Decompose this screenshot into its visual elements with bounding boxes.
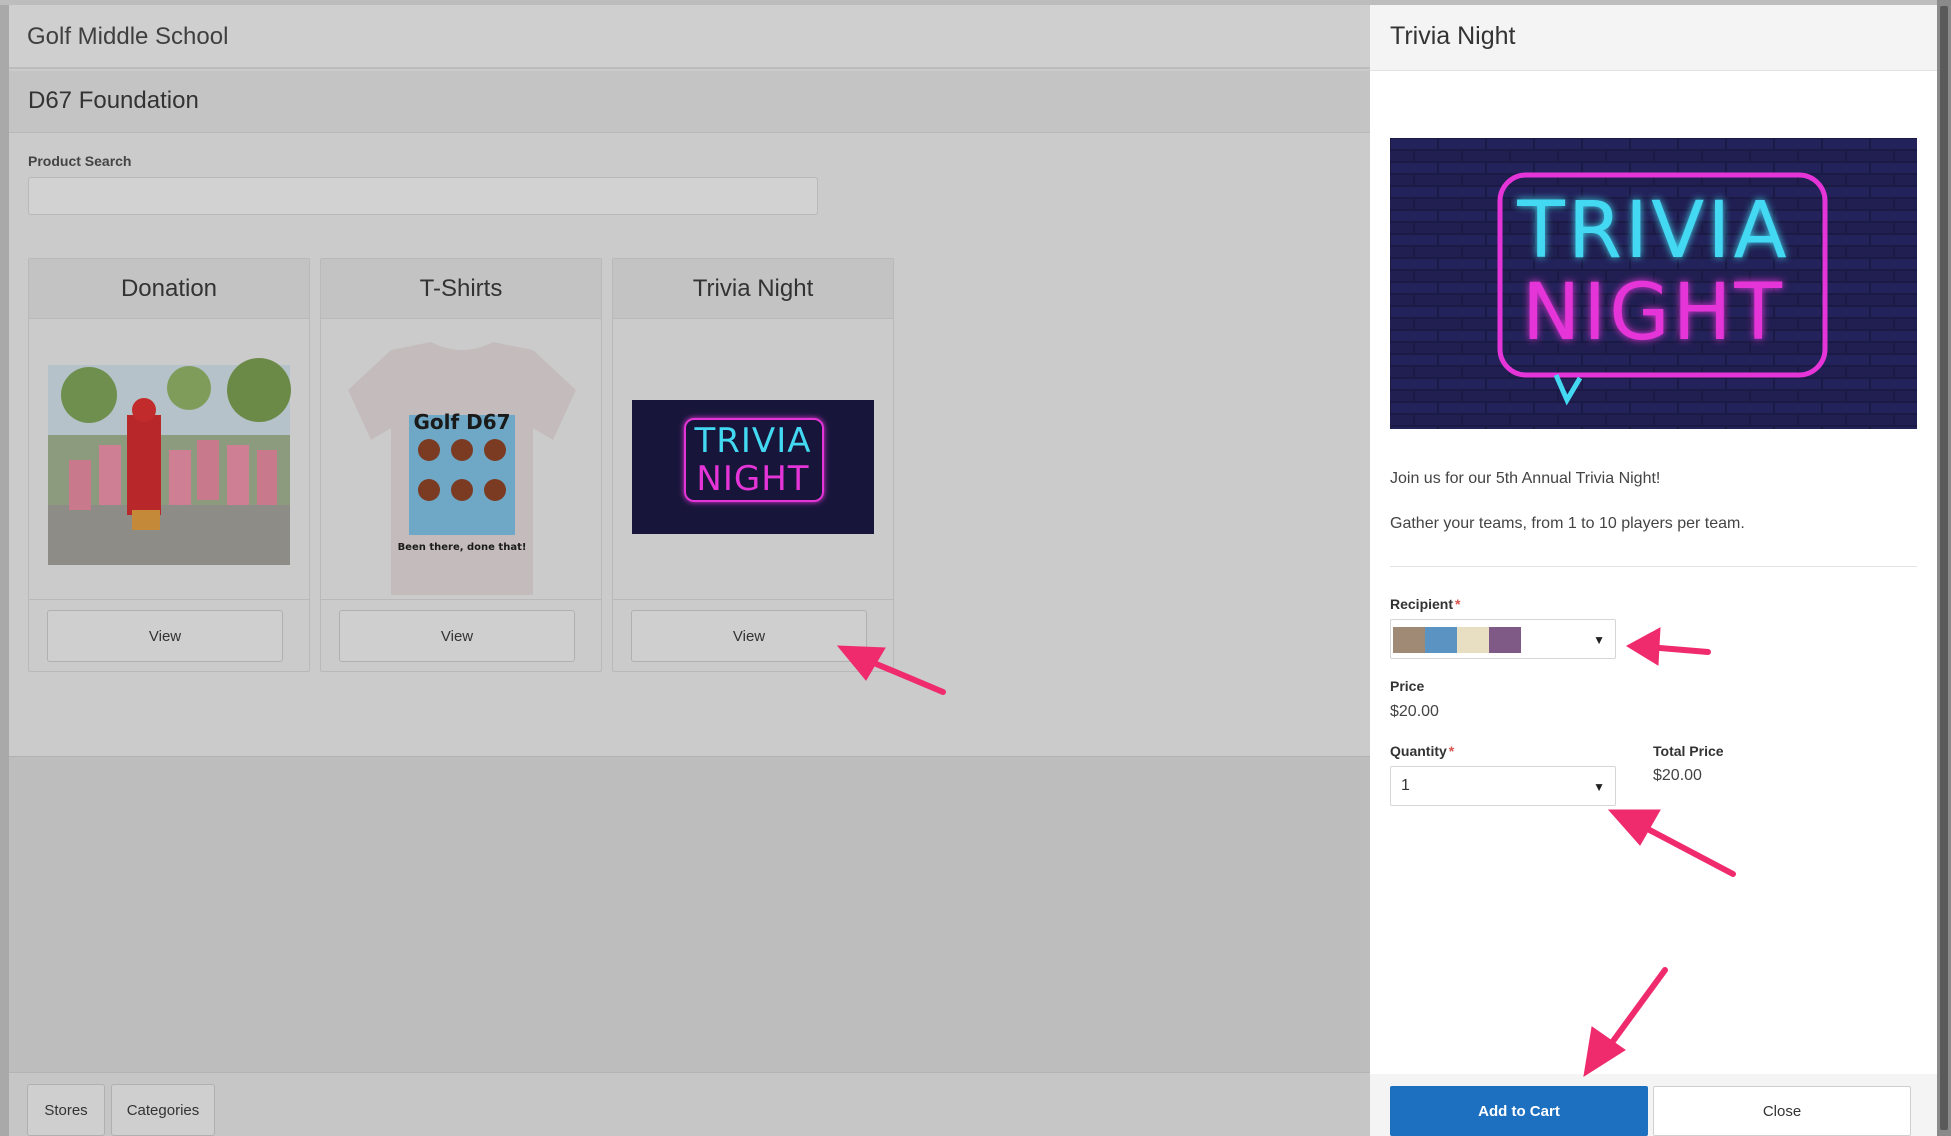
close-button[interactable]: Close xyxy=(1653,1086,1911,1136)
view-donation-button[interactable]: View xyxy=(47,610,283,662)
trivia-thumb-line1: TRIVIA xyxy=(694,421,812,461)
tshirt-print-title: Golf D67 xyxy=(413,410,511,434)
store-background: Golf Middle School D67 Foundation Produc… xyxy=(0,0,1370,1136)
school-name: Golf Middle School xyxy=(27,23,229,50)
product-card-tshirts: T-Shirts Golf D67 Been there, done that!… xyxy=(320,258,602,672)
divider xyxy=(1390,566,1917,567)
total-price-value: $20.00 xyxy=(1653,767,1702,784)
product-detail-panel: Trivia Night TRIVIA NIGHT Join us for ou… xyxy=(1370,0,1937,1136)
scrollbar[interactable] xyxy=(1937,0,1951,1136)
add-to-cart-button[interactable]: Add to Cart xyxy=(1390,1086,1648,1136)
quantity-selected-value: 1 xyxy=(1401,777,1410,794)
trivia-thumb-line2: NIGHT xyxy=(696,459,810,499)
price-label: Price xyxy=(1390,678,1425,694)
product-card-footer: View xyxy=(613,599,893,673)
trivia-night-image: TRIVIA NIGHT xyxy=(1390,138,1917,429)
donation-photo xyxy=(29,320,309,599)
product-title: Donation xyxy=(29,259,309,319)
school-header: Golf Middle School xyxy=(9,5,1370,69)
product-title: T-Shirts xyxy=(321,259,601,319)
panel-footer: Add to Cart Close xyxy=(1370,1074,1937,1136)
product-title: Trivia Night xyxy=(613,259,893,319)
recipient-select[interactable]: ▼ xyxy=(1390,619,1616,659)
trivia-night-thumbnail: TRIVIA NIGHT xyxy=(613,320,893,599)
scrollbar-thumb[interactable] xyxy=(1940,6,1948,1130)
required-marker: * xyxy=(1455,596,1461,612)
quantity-select[interactable]: 1 ▼ xyxy=(1390,766,1616,806)
price-value: $20.00 xyxy=(1390,703,1439,720)
quantity-label-text: Quantity xyxy=(1390,743,1447,759)
tshirt-print-slogan: Been there, done that! xyxy=(397,542,527,553)
view-trivia-night-button[interactable]: View xyxy=(631,610,867,662)
store-header: D67 Foundation xyxy=(9,71,1370,133)
chevron-down-icon: ▼ xyxy=(1593,780,1605,794)
quantity-label: Quantity * xyxy=(1390,743,1454,759)
chevron-down-icon: ▼ xyxy=(1593,633,1605,647)
product-card-trivia-night: Trivia Night TRIVIA NIGHT View xyxy=(612,258,894,672)
product-search-label: Product Search xyxy=(28,153,132,169)
categories-button[interactable]: Categories xyxy=(111,1084,215,1136)
bottom-nav-bar: Stores Categories xyxy=(9,1072,1370,1136)
description-line-1: Join us for our 5th Annual Trivia Night! xyxy=(1390,470,1661,487)
store-name: D67 Foundation xyxy=(28,87,199,114)
product-card-footer: View xyxy=(321,599,601,673)
view-tshirts-button[interactable]: View xyxy=(339,610,575,662)
panel-header: Trivia Night xyxy=(1370,5,1937,71)
tshirt-photo: Golf D67 Been there, done that! xyxy=(321,320,601,599)
recipient-redacted-swatch xyxy=(1489,627,1521,653)
product-search-input[interactable] xyxy=(28,177,818,215)
product-card-donation: Donation View xyxy=(28,258,310,672)
required-marker: * xyxy=(1448,743,1455,759)
total-price-label: Total Price xyxy=(1653,743,1724,759)
trivia-image-line1: TRIVIA xyxy=(1517,186,1790,276)
recipient-label-text: Recipient xyxy=(1390,596,1454,612)
recipient-redacted-swatch xyxy=(1425,627,1457,653)
left-edge xyxy=(0,0,9,1136)
panel-title: Trivia Night xyxy=(1390,22,1516,50)
stores-button[interactable]: Stores xyxy=(27,1084,105,1136)
description-line-2: Gather your teams, from 1 to 10 players … xyxy=(1390,515,1745,532)
recipient-label: Recipient * xyxy=(1390,596,1460,612)
product-card-footer: View xyxy=(29,599,309,673)
recipient-redacted-swatch xyxy=(1393,627,1425,653)
empty-content-area xyxy=(9,756,1370,1072)
recipient-redacted-swatch xyxy=(1457,627,1489,653)
trivia-image-line2: NIGHT xyxy=(1521,268,1786,358)
